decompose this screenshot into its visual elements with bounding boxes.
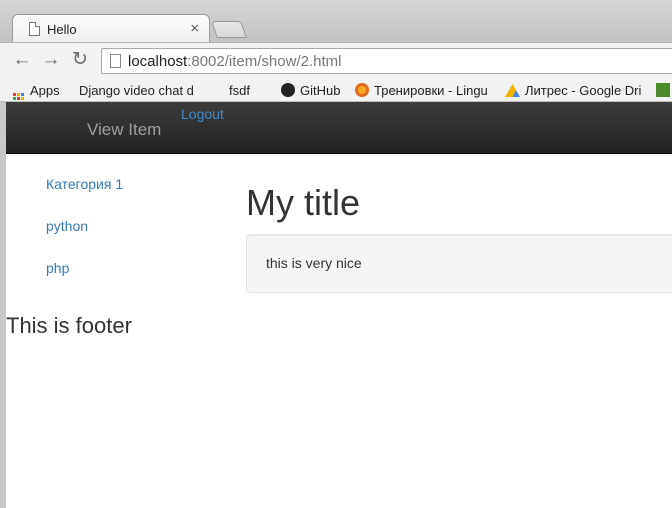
new-tab-button[interactable] — [211, 21, 247, 38]
bookmark-apps[interactable]: Apps — [13, 82, 60, 101]
web-page: View Item Logout Категория 1 python php … — [6, 102, 672, 508]
logout-link[interactable]: Logout — [181, 106, 224, 122]
url-text[interactable]: localhost:8002/item/show/2.html — [128, 53, 341, 70]
tab-strip: Hello × — [0, 0, 672, 44]
bookmark-overflow-icon[interactable] — [656, 82, 672, 99]
google-drive-icon — [505, 84, 520, 97]
browser-tab[interactable]: Hello × — [12, 14, 210, 44]
address-bar[interactable]: localhost:8002/item/show/2.html — [101, 48, 672, 74]
bookmark-item[interactable]: fsdf — [229, 82, 250, 99]
sidebar: Категория 1 python php — [46, 174, 123, 300]
bookmark-item[interactable]: Литрес - Google Dri — [505, 82, 641, 99]
content-well: this is very nice — [246, 234, 672, 293]
lingualeo-icon — [355, 83, 369, 97]
bookmark-item[interactable]: GitHub — [281, 82, 340, 99]
top-navbar: View Item Logout — [6, 102, 672, 154]
page-title: My title — [246, 182, 361, 223]
page-icon — [29, 22, 40, 36]
apps-grid-icon — [13, 93, 24, 101]
navbar-brand[interactable]: View Item — [87, 120, 161, 140]
close-tab-icon[interactable]: × — [190, 20, 199, 37]
browser-toolbar: ← → ↻ localhost:8002/item/show/2.html — [0, 42, 672, 78]
sidebar-link-python[interactable]: python — [46, 216, 123, 258]
bookmark-site-icon — [656, 83, 670, 97]
page-footer: This is footer — [6, 313, 132, 338]
github-icon — [281, 83, 295, 97]
back-arrow-icon[interactable]: ← — [11, 50, 33, 70]
page-icon — [110, 54, 121, 68]
forward-arrow-icon[interactable]: → — [40, 50, 62, 70]
sidebar-link-category-1[interactable]: Категория 1 — [46, 174, 123, 216]
sidebar-link-php[interactable]: php — [46, 258, 123, 300]
content-text: this is very nice — [266, 255, 362, 271]
reload-icon[interactable]: ↻ — [69, 50, 91, 70]
bookmark-item[interactable]: Тренировки - Lingu — [355, 82, 488, 99]
bookmarks-bar: Apps Django video chat d fsdf GitHub Тре… — [0, 78, 672, 102]
bookmark-item[interactable]: Django video chat d — [79, 82, 194, 99]
tab-title: Hello — [47, 22, 77, 37]
